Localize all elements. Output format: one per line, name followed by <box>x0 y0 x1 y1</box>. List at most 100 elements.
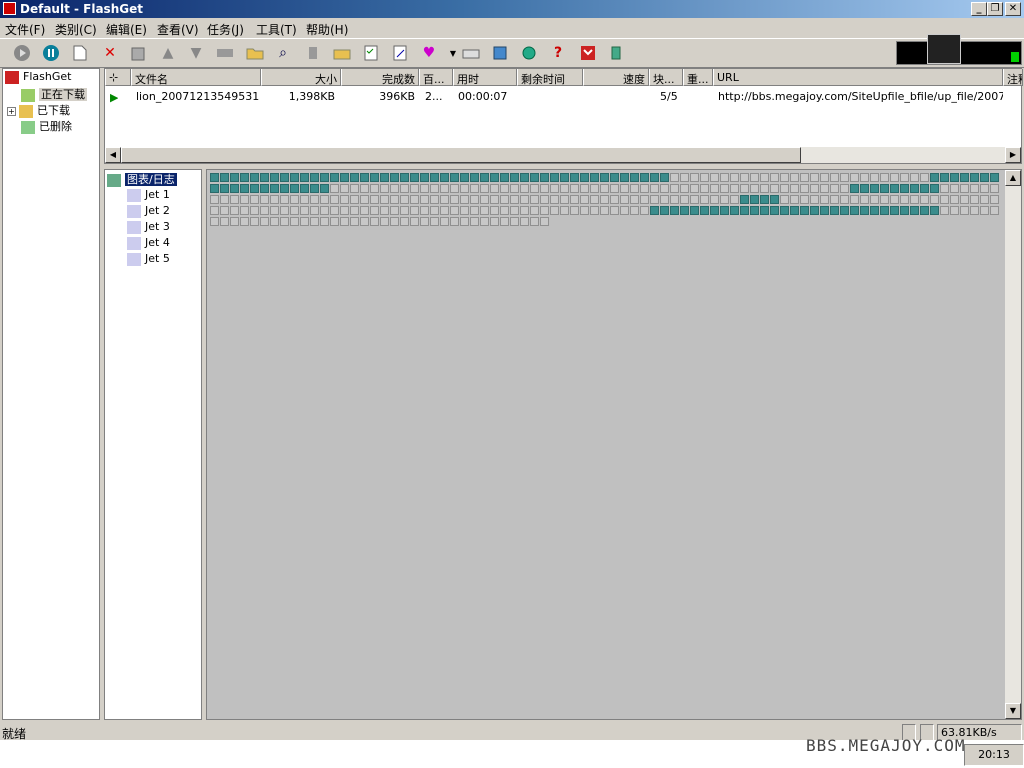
edit-icon[interactable] <box>390 43 410 63</box>
download-block <box>570 195 579 204</box>
status-column-header[interactable]: ⊹ <box>105 69 131 86</box>
jet-item[interactable]: Jet 4 <box>127 236 170 252</box>
help-icon[interactable]: ? <box>548 43 568 63</box>
log-root[interactable]: 图表/日志 <box>107 171 177 187</box>
jet-item[interactable]: Jet 3 <box>127 220 170 236</box>
jet-item[interactable]: Jet 5 <box>127 252 170 268</box>
download-block <box>790 195 799 204</box>
download-block <box>320 184 329 193</box>
jet-item[interactable]: Jet 2 <box>127 204 170 220</box>
column-retry[interactable]: 重... <box>683 69 713 86</box>
pause-icon[interactable] <box>41 43 61 63</box>
scroll-left-icon[interactable]: ◀ <box>105 147 121 163</box>
download-block <box>590 184 599 193</box>
menu-edit[interactable]: 编辑(E) <box>106 21 147 38</box>
watermark: BBS.MEGAJOY.COM <box>806 736 966 755</box>
dropdown-arrow-icon[interactable]: ▼ <box>443 43 463 63</box>
column-elapsed[interactable]: 用时 <box>453 69 517 86</box>
move-down-icon[interactable]: ▼ <box>186 43 206 63</box>
restore-button[interactable]: ❐ <box>987 2 1003 16</box>
delete-icon[interactable]: ✕ <box>100 43 120 63</box>
menu-task[interactable]: 任务(J) <box>207 21 244 38</box>
find-icon[interactable]: ⌕ <box>273 43 293 63</box>
download-block <box>480 195 489 204</box>
horizontal-scrollbar[interactable]: ◀ ▶ <box>105 147 1021 163</box>
download-block <box>880 184 889 193</box>
scroll-thumb[interactable] <box>121 147 801 163</box>
download-block <box>640 173 649 182</box>
tree-item-deleted[interactable]: 已删除 <box>21 118 72 134</box>
notebook-icon[interactable] <box>490 43 510 63</box>
download-block <box>690 195 699 204</box>
download-block <box>590 173 599 182</box>
open-folder-icon[interactable] <box>245 43 265 63</box>
minimize-icon[interactable] <box>215 43 235 63</box>
heart-icon[interactable]: ♥ <box>419 43 439 63</box>
play-icon[interactable] <box>12 43 32 63</box>
close-button[interactable]: ✕ <box>1005 2 1021 16</box>
column-speed[interactable]: 速度 <box>583 69 649 86</box>
download-block <box>740 184 749 193</box>
phone-icon[interactable] <box>332 43 352 63</box>
download-block <box>930 184 939 193</box>
connect-icon[interactable] <box>519 43 539 63</box>
download-block <box>720 173 729 182</box>
download-block <box>400 173 409 182</box>
column-remaining[interactable]: 剩余时间 <box>517 69 583 86</box>
column-percent[interactable]: 百... <box>419 69 453 86</box>
download-block <box>550 173 559 182</box>
download-block <box>510 217 519 226</box>
vertical-scrollbar[interactable]: ▲ ▼ <box>1005 170 1021 719</box>
menu-file[interactable]: 文件(F) <box>5 21 45 38</box>
menu-tools[interactable]: 工具(T) <box>256 21 297 38</box>
download-block <box>850 184 859 193</box>
download-block <box>410 195 419 204</box>
download-block <box>560 184 569 193</box>
column-url[interactable]: URL <box>713 69 1003 86</box>
exit-icon[interactable] <box>607 43 627 63</box>
column-filename[interactable]: 文件名 <box>131 69 261 86</box>
menu-category[interactable]: 类别(C) <box>55 21 97 38</box>
window-title: Default - FlashGet <box>20 2 143 16</box>
minimize-button[interactable]: _ <box>971 2 987 16</box>
expand-icon[interactable]: + <box>7 106 16 116</box>
download-block <box>310 217 319 226</box>
tree-item-downloading[interactable]: 正在下载 <box>21 86 87 102</box>
download-block <box>670 184 679 193</box>
download-block <box>700 195 709 204</box>
menu-view[interactable]: 查看(V) <box>157 21 199 38</box>
download-block <box>800 195 809 204</box>
jet-item[interactable]: Jet 1 <box>127 188 170 204</box>
printer-icon[interactable] <box>461 43 481 63</box>
dialup-icon[interactable] <box>303 43 323 63</box>
download-block <box>630 195 639 204</box>
column-comment[interactable]: 注释 <box>1003 69 1023 86</box>
download-block <box>590 195 599 204</box>
checklist-icon[interactable] <box>361 43 381 63</box>
download-block <box>350 206 359 215</box>
tree-item-downloaded[interactable]: + 已下载 <box>7 102 70 118</box>
flashget-logo-icon[interactable] <box>578 43 598 63</box>
download-block <box>580 184 589 193</box>
properties-icon[interactable] <box>128 43 148 63</box>
scroll-down-icon[interactable]: ▼ <box>1005 703 1021 719</box>
download-block <box>420 173 429 182</box>
download-block <box>840 195 849 204</box>
download-block <box>450 184 459 193</box>
download-block <box>430 217 439 226</box>
download-block <box>260 173 269 182</box>
tree-root[interactable]: FlashGet <box>5 70 71 86</box>
column-done[interactable]: 完成数 <box>341 69 419 86</box>
download-block <box>350 184 359 193</box>
column-size[interactable]: 大小 <box>261 69 341 86</box>
scroll-up-icon[interactable]: ▲ <box>1005 170 1021 186</box>
download-block <box>790 173 799 182</box>
scroll-right-icon[interactable]: ▶ <box>1005 147 1021 163</box>
move-up-icon[interactable]: ▲ <box>158 43 178 63</box>
download-block <box>980 206 989 215</box>
new-file-icon[interactable] <box>70 43 90 63</box>
menu-help[interactable]: 帮助(H) <box>306 21 348 38</box>
download-block <box>740 173 749 182</box>
column-blocks[interactable]: 块... <box>649 69 683 86</box>
download-block <box>840 206 849 215</box>
